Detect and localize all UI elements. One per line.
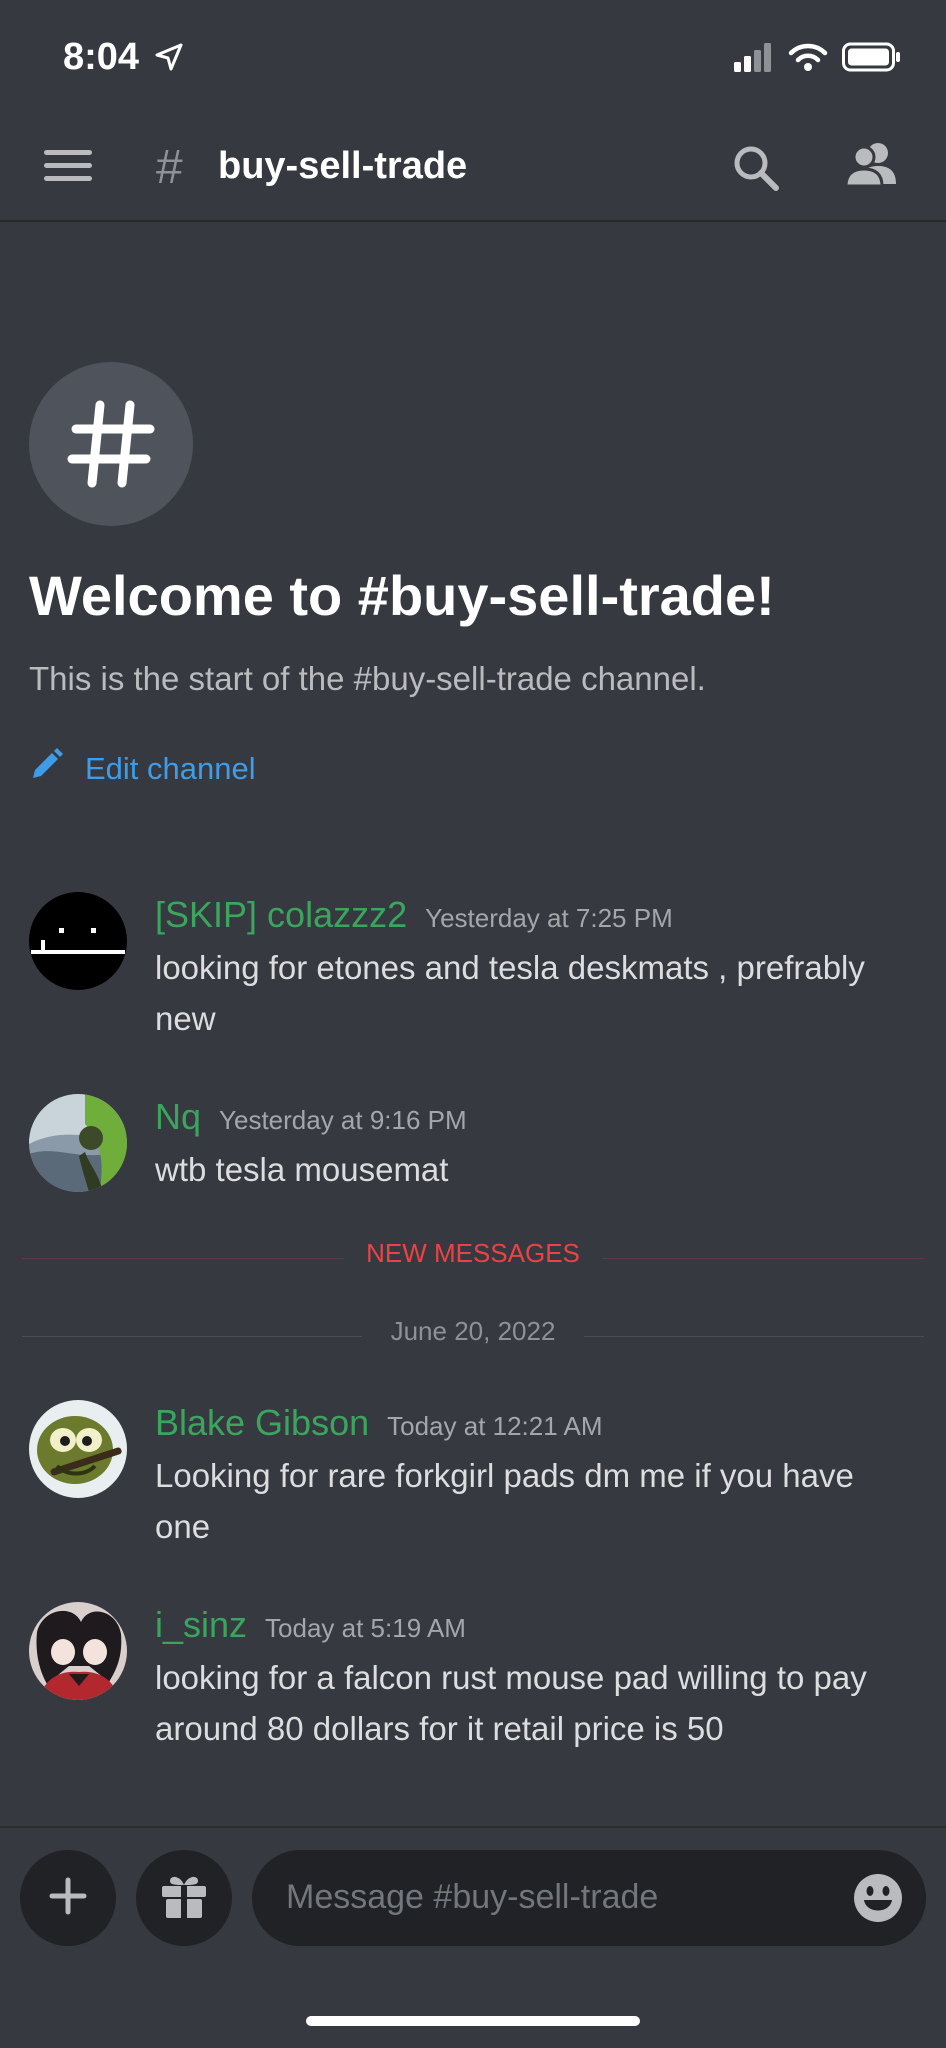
header-divider: [0, 220, 946, 222]
message-text: looking for a falcon rust mouse pad will…: [155, 1659, 867, 1747]
avatar[interactable]: [29, 1094, 127, 1192]
composer-divider: [0, 1826, 946, 1828]
home-indicator: [306, 2016, 640, 2026]
message-author[interactable]: [SKIP] colazzz2: [155, 894, 407, 935]
gift-icon: [160, 1873, 208, 1924]
date-label: June 20, 2022: [390, 1316, 556, 1346]
message-author[interactable]: Nq: [155, 1096, 201, 1137]
edit-channel-label: Edit channel: [85, 751, 256, 786]
message-text: wtb tesla mousemat: [155, 1151, 449, 1188]
wifi-icon: [788, 42, 828, 77]
date-divider: June 20, 2022: [22, 1316, 924, 1356]
edit-channel-button[interactable]: Edit channel: [29, 748, 256, 790]
pencil-icon: [29, 748, 63, 790]
message-input-placeholder: Message #buy-sell-trade: [286, 1878, 659, 1916]
search-icon[interactable]: [730, 142, 782, 199]
new-messages-label: NEW MESSAGES: [366, 1238, 580, 1268]
channel-hash-icon: #: [156, 141, 183, 194]
message-timestamp: Today at 5:19 AM: [265, 1613, 466, 1643]
message-timestamp: Yesterday at 9:16 PM: [219, 1105, 467, 1135]
new-messages-divider: NEW MESSAGES: [22, 1238, 924, 1278]
avatar[interactable]: [29, 1602, 127, 1700]
battery-icon: [842, 42, 902, 77]
welcome-subtitle: This is the start of the #buy-sell-trade…: [29, 660, 706, 697]
status-indicators: [734, 42, 902, 77]
channel-title: buy-sell-trade: [218, 145, 468, 187]
message-input[interactable]: Message #buy-sell-trade: [252, 1850, 926, 1946]
message-author[interactable]: i_sinz: [155, 1604, 247, 1645]
message-author[interactable]: Blake Gibson: [155, 1402, 369, 1443]
location-arrow-icon: [154, 42, 184, 77]
gift-button[interactable]: [136, 1850, 232, 1946]
channel-hash-badge: [29, 362, 193, 526]
add-attachment-button[interactable]: [20, 1850, 116, 1946]
plus-icon: [48, 1876, 88, 1921]
message-timestamp: Today at 12:21 AM: [387, 1411, 603, 1441]
avatar[interactable]: [29, 1400, 127, 1498]
status-time: 8:04: [63, 36, 140, 78]
message-text: Looking for rare forkgirl pads dm me if …: [155, 1457, 854, 1545]
top-bar: 8:04 # buy-sell-trade: [0, 0, 946, 222]
avatar[interactable]: [29, 892, 127, 990]
message-text: looking for etones and tesla deskmats , …: [155, 949, 865, 1037]
members-icon[interactable]: [844, 140, 900, 197]
welcome-title: Welcome to #buy-sell-trade!: [29, 564, 775, 627]
discord-channel-screen: 8:04 # buy-sell-trade Welcome to #buy-se…: [0, 0, 946, 2048]
emoji-icon[interactable]: [852, 1872, 904, 1929]
hamburger-menu-icon[interactable]: [44, 150, 92, 186]
message-timestamp: Yesterday at 7:25 PM: [425, 903, 673, 933]
signal-icon: [734, 42, 774, 77]
